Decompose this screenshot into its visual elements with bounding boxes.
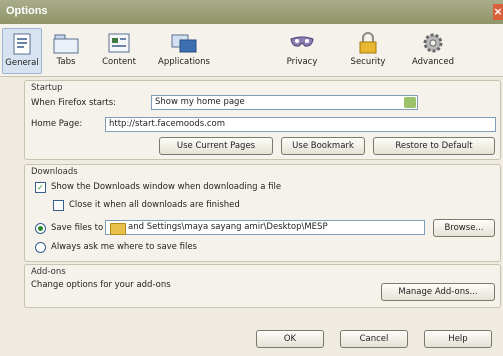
home-page-input[interactable]: http://start.facemoods.com: [105, 117, 496, 132]
tab-applications[interactable]: Applications: [152, 28, 216, 72]
save-files-radio[interactable]: [35, 223, 46, 234]
startup-heading: Startup: [31, 83, 63, 93]
startup-group: Startup When Firefox starts: Show my hom…: [24, 80, 501, 160]
content-icon: [108, 33, 130, 53]
tab-general[interactable]: General: [2, 28, 42, 74]
options-toolbar: General Tabs Content Applications Privac…: [0, 24, 503, 77]
tab-advanced[interactable]: Advanced: [408, 28, 458, 72]
restore-default-button[interactable]: Restore to Default: [373, 137, 495, 155]
security-icon: [359, 32, 377, 54]
addons-description: Change options for your add-ons: [31, 280, 171, 290]
use-bookmark-button[interactable]: Use Bookmark: [281, 137, 365, 155]
applications-icon: [171, 34, 197, 53]
addons-heading: Add-ons: [31, 267, 66, 277]
help-button[interactable]: Help: [424, 330, 492, 348]
tab-advanced-label: Advanced: [412, 57, 454, 67]
tab-content[interactable]: Content: [96, 28, 142, 72]
radio-dot: [38, 226, 43, 231]
home-page-label: Home Page:: [31, 119, 83, 129]
downloads-group: Downloads ✓ Show the Downloads window wh…: [24, 164, 501, 262]
tab-tabs-label: Tabs: [56, 57, 76, 67]
tabs-icon: [53, 34, 79, 54]
startup-select-value: Show my home page: [155, 97, 245, 107]
advanced-icon: [423, 33, 443, 53]
folder-icon: [110, 223, 126, 235]
tab-security-label: Security: [350, 57, 386, 67]
close-downloads-label: Close it when all downloads are finished: [69, 200, 240, 210]
tab-tabs[interactable]: Tabs: [46, 28, 86, 72]
general-icon: [13, 33, 31, 55]
when-starts-label: When Firefox starts:: [31, 98, 117, 108]
save-files-label: Save files to: [51, 223, 104, 233]
cancel-button[interactable]: Cancel: [340, 330, 408, 348]
tab-security[interactable]: Security: [348, 28, 388, 72]
startup-select[interactable]: Show my home page: [151, 95, 418, 110]
save-path-value: and Settings\maya sayang amir\Desktop\ME…: [128, 222, 328, 232]
ok-button[interactable]: OK: [256, 330, 324, 348]
window-title: Options: [6, 5, 48, 17]
tab-privacy-label: Privacy: [286, 57, 318, 67]
downloads-heading: Downloads: [31, 167, 78, 177]
manage-addons-button[interactable]: Manage Add-ons...: [381, 283, 495, 301]
browse-button[interactable]: Browse...: [433, 219, 495, 237]
tab-privacy[interactable]: Privacy: [282, 28, 322, 72]
show-downloads-checkbox[interactable]: ✓: [35, 182, 46, 193]
addons-group: Add-ons Change options for your add-ons …: [24, 264, 501, 308]
use-current-pages-button[interactable]: Use Current Pages: [159, 137, 273, 155]
show-downloads-label: Show the Downloads window when downloadi…: [51, 182, 282, 192]
close-downloads-checkbox[interactable]: [53, 200, 64, 211]
title-bar: Options ×: [0, 0, 503, 24]
save-path-field[interactable]: and Settings\maya sayang amir\Desktop\ME…: [105, 220, 425, 235]
always-ask-radio[interactable]: [35, 242, 46, 253]
always-ask-label: Always ask me where to save files: [51, 242, 197, 252]
chevron-down-icon: [404, 97, 416, 108]
close-button[interactable]: ×: [493, 4, 503, 20]
tab-applications-label: Applications: [158, 57, 210, 67]
tab-content-label: Content: [102, 57, 136, 67]
tab-general-label: General: [5, 58, 39, 68]
privacy-icon: [290, 36, 314, 47]
